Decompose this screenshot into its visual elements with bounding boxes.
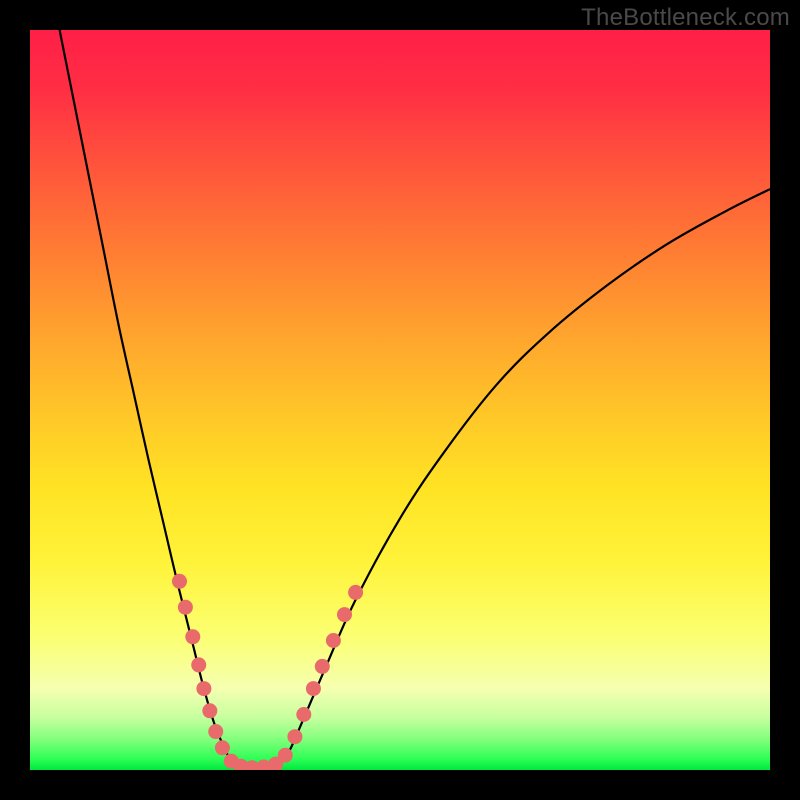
highlight-dot: [278, 748, 293, 763]
highlight-dot: [185, 629, 200, 644]
curve-svg: [30, 30, 770, 770]
highlight-dot: [348, 585, 363, 600]
watermark-text: TheBottleneck.com: [581, 4, 790, 32]
highlight-dot: [215, 740, 230, 755]
bottleneck-curve: [60, 30, 770, 769]
highlight-dot: [337, 607, 352, 622]
highlight-dot: [191, 657, 206, 672]
highlight-dot: [306, 681, 321, 696]
highlight-dot: [178, 600, 193, 615]
chart-frame: TheBottleneck.com: [0, 0, 800, 800]
highlight-dot: [172, 574, 187, 589]
highlight-dot: [208, 724, 223, 739]
highlight-dot: [315, 659, 330, 674]
highlight-dot: [296, 707, 311, 722]
plot-area: [30, 30, 770, 770]
highlight-dot: [326, 633, 341, 648]
highlight-dot: [202, 703, 217, 718]
highlight-dot: [287, 729, 302, 744]
highlight-dot: [196, 681, 211, 696]
